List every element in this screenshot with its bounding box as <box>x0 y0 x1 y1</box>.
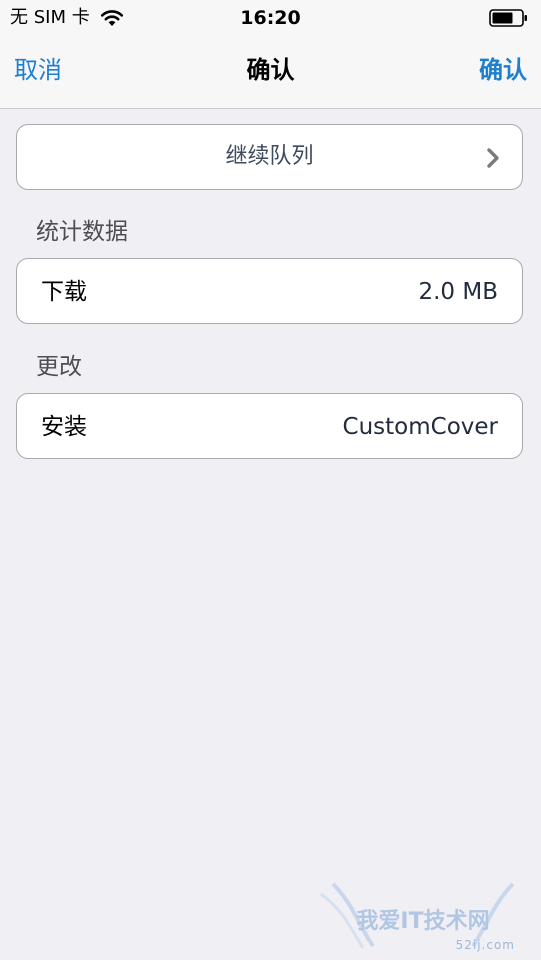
download-label: 下载 <box>41 279 87 305</box>
watermark-url: 52ij.com <box>455 938 515 952</box>
download-value: 2.0 MB <box>418 279 498 305</box>
watermark-logo-text: 我爱IT技术网 <box>356 909 489 934</box>
navigation-bar: 取消 确认 确认 <box>0 36 541 108</box>
status-time: 16:20 <box>240 7 301 29</box>
confirm-button[interactable]: 确认 <box>479 54 527 86</box>
section-header-changes: 更改 <box>36 354 82 380</box>
install-label: 安装 <box>41 414 87 440</box>
page-title: 确认 <box>246 56 295 84</box>
install-package-row: 安装 CustomCover <box>16 393 523 459</box>
download-size-row: 下载 2.0 MB <box>16 258 523 324</box>
section-header-statistics: 统计数据 <box>36 219 128 245</box>
battery-icon <box>489 9 527 27</box>
continue-queue-button[interactable]: 继续队列 <box>16 124 523 190</box>
continue-queue-label: 继续队列 <box>225 144 314 169</box>
top-area: 无 SIM 卡 16:20 取消 确认 确认 <box>0 0 541 109</box>
status-bar: 无 SIM 卡 16:20 <box>0 0 541 36</box>
chevron-right-icon <box>487 148 499 168</box>
install-value: CustomCover <box>342 414 498 440</box>
